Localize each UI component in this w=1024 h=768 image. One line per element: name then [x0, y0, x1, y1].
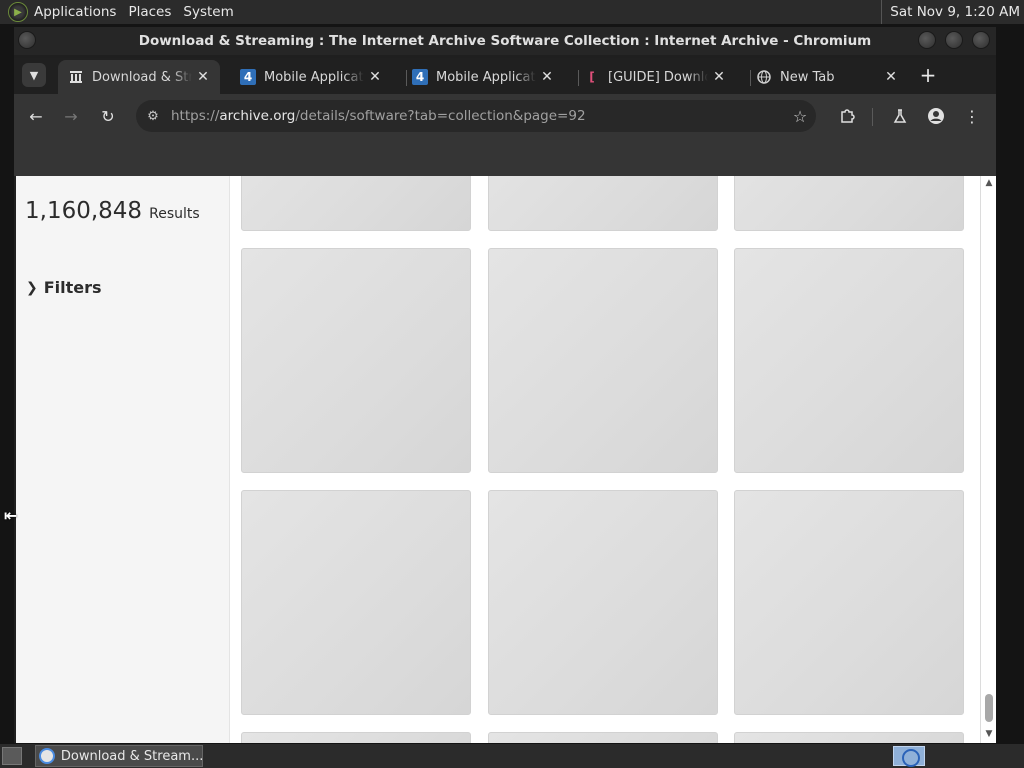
item-tile-placeholder[interactable] [488, 732, 718, 743]
bookmark-bar [14, 138, 996, 176]
tab-title: [GUIDE] Download [608, 69, 708, 85]
chromium-icon [39, 748, 55, 764]
item-tile-placeholder[interactable] [488, 490, 718, 715]
toolbar-divider [872, 108, 873, 126]
url-text[interactable]: https://archive.org/details/software?tab… [171, 100, 586, 132]
menu-system[interactable]: System [177, 0, 239, 24]
results-count: 1,160,848 [25, 198, 143, 224]
tab-search-chevron-icon[interactable]: ▼ [22, 63, 46, 87]
scrollbar-thumb[interactable] [985, 694, 993, 722]
item-tile-placeholder[interactable] [734, 176, 964, 231]
workspace-switcher-icon[interactable] [893, 746, 925, 767]
tab-title: Mobile Applications [436, 69, 536, 85]
site-info-icon[interactable]: ⚙ [144, 107, 162, 125]
close-tab-icon[interactable]: ✕ [194, 68, 212, 86]
item-tile-placeholder[interactable] [241, 732, 471, 743]
scroll-down-arrow-icon[interactable]: ▼ [984, 729, 994, 739]
applications-logo-icon[interactable]: ▶ [8, 2, 28, 22]
item-tile-placeholder[interactable] [241, 490, 471, 715]
top-panel: ▶ Applications Places System Sat Nov 9, … [0, 0, 1024, 24]
tab-mobile-applications-2[interactable]: 4 Mobile Applications ✕ [402, 60, 564, 94]
tab-archive[interactable]: Download & Streaming : The Internet Arch… [58, 60, 220, 94]
tab-title: New Tab [780, 69, 835, 85]
page-content: 1,160,848 Results ❯ Filters [16, 176, 980, 743]
close-tab-icon[interactable]: ✕ [366, 68, 384, 86]
menu-places[interactable]: Places [122, 0, 177, 24]
tab-title: Download & Streaming : The Internet Arch… [92, 69, 192, 85]
bookmark-star-icon[interactable]: ☆ [790, 106, 810, 126]
browser-window: Download & Streaming : The Internet Arch… [14, 27, 996, 743]
scroll-up-arrow-icon[interactable]: ▲ [984, 178, 994, 188]
window-menu-icon[interactable] [18, 31, 36, 49]
mouse-cursor-icon: ⇤ [4, 506, 18, 525]
item-tile-placeholder[interactable] [241, 248, 471, 473]
results-label: Results [149, 206, 200, 222]
kebab-menu-icon[interactable]: ⋮ [960, 104, 984, 128]
4pda-icon: 4 [240, 69, 256, 85]
labs-flask-icon[interactable] [888, 104, 912, 128]
browser-toolbar: ← → ↻ ⚙ https://archive.org/details/soft… [14, 94, 996, 138]
reload-icon[interactable]: ↻ [96, 104, 120, 128]
tab-new-tab[interactable]: New Tab ✕ [746, 60, 908, 94]
tab-mobile-applications[interactable]: 4 Mobile Applications ✕ [230, 60, 392, 94]
minimize-icon[interactable] [918, 31, 936, 49]
results-summary: 1,160,848 Results [25, 198, 200, 224]
clock[interactable]: Sat Nov 9, 1:20 AM [881, 0, 1020, 24]
guide-icon: [ [589, 70, 595, 84]
back-arrow-icon[interactable]: ← [24, 104, 48, 128]
tab-strip: ▼ Download & Streaming : The Internet Ar… [14, 58, 996, 94]
item-tile-placeholder[interactable] [734, 490, 964, 715]
taskbar-window-label: Download & Stream... [60, 748, 202, 764]
page-scrollbar[interactable]: ▲ ▼ [980, 176, 996, 743]
taskbar: Download & Stream... [0, 744, 1024, 768]
forward-arrow-icon[interactable]: → [59, 104, 83, 128]
tab-guide-download[interactable]: [ [GUIDE] Download ✕ [574, 60, 736, 94]
item-tile-placeholder[interactable] [734, 732, 964, 743]
sidebar: 1,160,848 Results ❯ Filters [16, 176, 230, 743]
menu-applications[interactable]: Applications [28, 0, 122, 24]
window-titlebar[interactable]: Download & Streaming : The Internet Arch… [14, 27, 996, 55]
show-desktop-icon[interactable] [2, 747, 22, 765]
4pda-icon: 4 [412, 69, 428, 85]
address-bar[interactable]: ⚙ https://archive.org/details/software?t… [136, 100, 816, 132]
maximize-icon[interactable] [945, 31, 963, 49]
item-tile-placeholder[interactable] [241, 176, 471, 231]
close-window-icon[interactable] [972, 31, 990, 49]
close-tab-icon[interactable]: ✕ [882, 68, 900, 86]
filters-label: Filters [43, 278, 102, 297]
globe-icon [756, 69, 772, 85]
close-tab-icon[interactable]: ✕ [710, 68, 728, 86]
item-tile-placeholder[interactable] [488, 176, 718, 231]
taskbar-window-button[interactable]: Download & Stream... [35, 745, 203, 767]
chevron-right-icon: ❯ [26, 279, 38, 296]
window-title: Download & Streaming : The Internet Arch… [138, 33, 872, 49]
filters-toggle[interactable]: ❯ Filters [26, 278, 102, 297]
close-tab-icon[interactable]: ✕ [538, 68, 556, 86]
item-tile-placeholder[interactable] [488, 248, 718, 473]
new-tab-plus-icon[interactable]: + [916, 63, 940, 87]
profile-avatar-icon[interactable] [924, 104, 948, 128]
extensions-puzzle-icon[interactable] [835, 104, 859, 128]
tab-title: Mobile Applications [264, 69, 364, 85]
item-tile-placeholder[interactable] [734, 248, 964, 473]
archive-icon [68, 69, 84, 85]
